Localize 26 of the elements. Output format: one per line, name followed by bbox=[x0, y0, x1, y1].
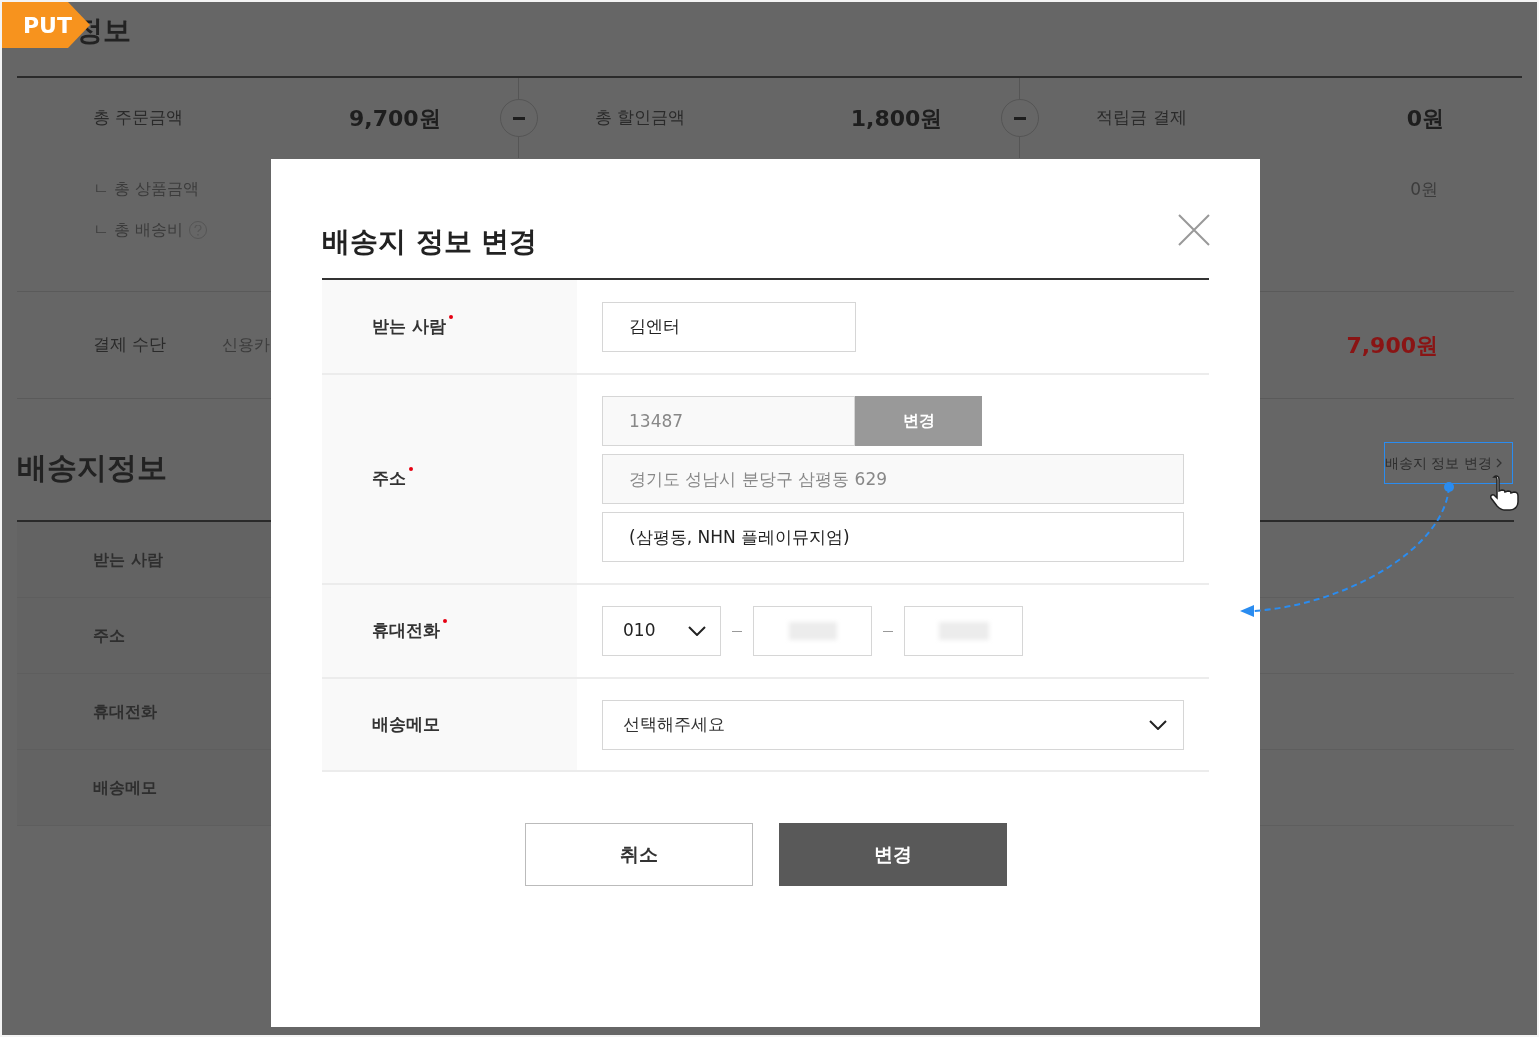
total-amount: 7,900원 bbox=[1346, 331, 1438, 360]
phone-field[interactable] bbox=[904, 606, 1023, 656]
summary-label: 적립금 결제 bbox=[1096, 106, 1187, 130]
section-heading: 배송지정보 bbox=[17, 449, 167, 487]
summary-label: 총 주문금액 bbox=[93, 106, 184, 130]
field-label: 받는 사람 bbox=[372, 315, 446, 336]
chevron-right-icon bbox=[1495, 458, 1502, 468]
delivery-memo-select[interactable]: 선택해주세요 bbox=[602, 699, 1184, 750]
summary-amount: 1,800원 bbox=[850, 104, 943, 133]
field-label: 휴대전화 bbox=[372, 620, 440, 641]
submit-button[interactable]: 변경 bbox=[778, 823, 1007, 886]
address-detail-field[interactable]: (삼평동, NHN 플레이뮤지엄) bbox=[602, 512, 1184, 562]
phone-prefix-select[interactable]: 010 bbox=[602, 606, 721, 656]
summary-amount: 9,700원 bbox=[349, 104, 441, 133]
payment-label: 결제 수단 bbox=[93, 333, 167, 357]
summary-label: 총 할인금액 bbox=[594, 106, 686, 130]
modal-title: 배송지 정보 변경 bbox=[322, 223, 538, 260]
cancel-button[interactable]: 취소 bbox=[524, 823, 753, 886]
name-field[interactable]: 김엔터 bbox=[602, 301, 856, 352]
chevron-down-icon bbox=[1149, 719, 1167, 730]
field-label: 배송메모 bbox=[372, 713, 440, 734]
field-label: 주소 bbox=[372, 468, 406, 489]
summary-amount: 0원 bbox=[1406, 104, 1444, 133]
chevron-down-icon bbox=[688, 626, 706, 636]
phone-field[interactable] bbox=[753, 606, 872, 656]
close-icon[interactable] bbox=[1178, 213, 1210, 246]
